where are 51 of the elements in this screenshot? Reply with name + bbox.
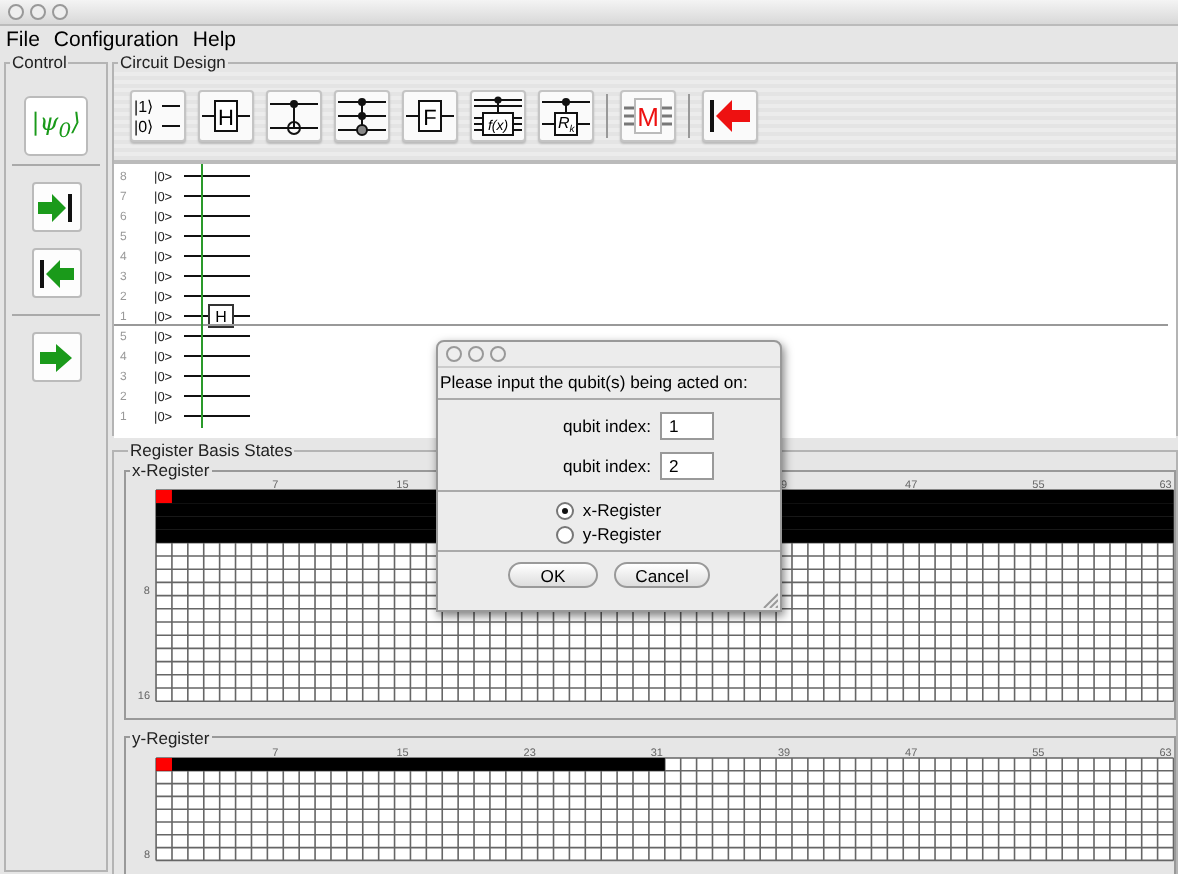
radio-label: y-Register xyxy=(582,524,662,544)
radio-label: x-Register xyxy=(582,500,662,520)
cnot-icon xyxy=(270,96,318,136)
qubit-wire xyxy=(183,275,251,277)
step-back-icon xyxy=(38,257,74,289)
menu-item[interactable]: File xyxy=(6,27,40,51)
control-dots-icon xyxy=(338,96,386,136)
run-button[interactable] xyxy=(31,332,81,382)
undo-button[interactable] xyxy=(702,90,758,142)
dialog-prompt: Please input the qubit(s) being acted on: xyxy=(438,368,780,400)
step-back-button[interactable] xyxy=(31,248,81,298)
qubit-wire xyxy=(183,235,251,237)
ket-button[interactable]: |1⟩ |0⟩ xyxy=(130,90,186,142)
register-title: y-Register xyxy=(130,727,212,748)
qubit-wire xyxy=(183,335,251,337)
panel-title: Control xyxy=(10,52,69,72)
register-title: x-Register xyxy=(130,460,212,480)
radio-button[interactable] xyxy=(556,501,575,519)
panel-title: Register Basis States xyxy=(128,440,295,460)
input-field[interactable]: 1 xyxy=(660,412,715,440)
step-forward-icon xyxy=(38,191,74,223)
menu-item[interactable]: Help xyxy=(192,27,236,51)
qubit-wire xyxy=(183,295,251,297)
gate-button[interactable]: H xyxy=(198,90,254,142)
step-forward-button[interactable] xyxy=(31,182,81,232)
measure-button[interactable]: M xyxy=(620,90,676,142)
cnot-gate-button[interactable] xyxy=(266,90,322,142)
menu-item[interactable]: Configuration xyxy=(53,27,179,51)
gate-button[interactable]: F xyxy=(402,90,458,142)
input-field[interactable]: 2 xyxy=(660,452,715,480)
qubit-wire xyxy=(183,255,251,257)
radio-button[interactable] xyxy=(556,525,575,543)
resize-grip-icon[interactable] xyxy=(762,592,778,608)
qubit-wire xyxy=(183,395,251,397)
field-label: qubit index: xyxy=(563,416,651,436)
dialog-button[interactable]: OK xyxy=(508,562,598,588)
gate[interactable]: H xyxy=(208,304,234,328)
qubit-wire xyxy=(183,215,251,217)
right-arrow-icon xyxy=(38,341,74,373)
qubit-wire xyxy=(183,415,251,417)
controlled-gate-button[interactable] xyxy=(334,90,390,142)
dialog-button[interactable]: Cancel xyxy=(614,562,710,588)
qubit-wire xyxy=(183,375,251,377)
qubit-wire xyxy=(183,195,251,197)
field-label: qubit index: xyxy=(563,456,651,476)
qubit-wire xyxy=(183,175,251,177)
controlled-gate-button[interactable]: R$_{k}$ xyxy=(538,90,594,142)
state-button[interactable]: |ψ$_{0}$⟩ xyxy=(24,96,88,156)
left-arrow-icon xyxy=(708,98,752,134)
panel-title: Circuit Design xyxy=(118,52,228,72)
qubit-wire xyxy=(183,355,251,357)
